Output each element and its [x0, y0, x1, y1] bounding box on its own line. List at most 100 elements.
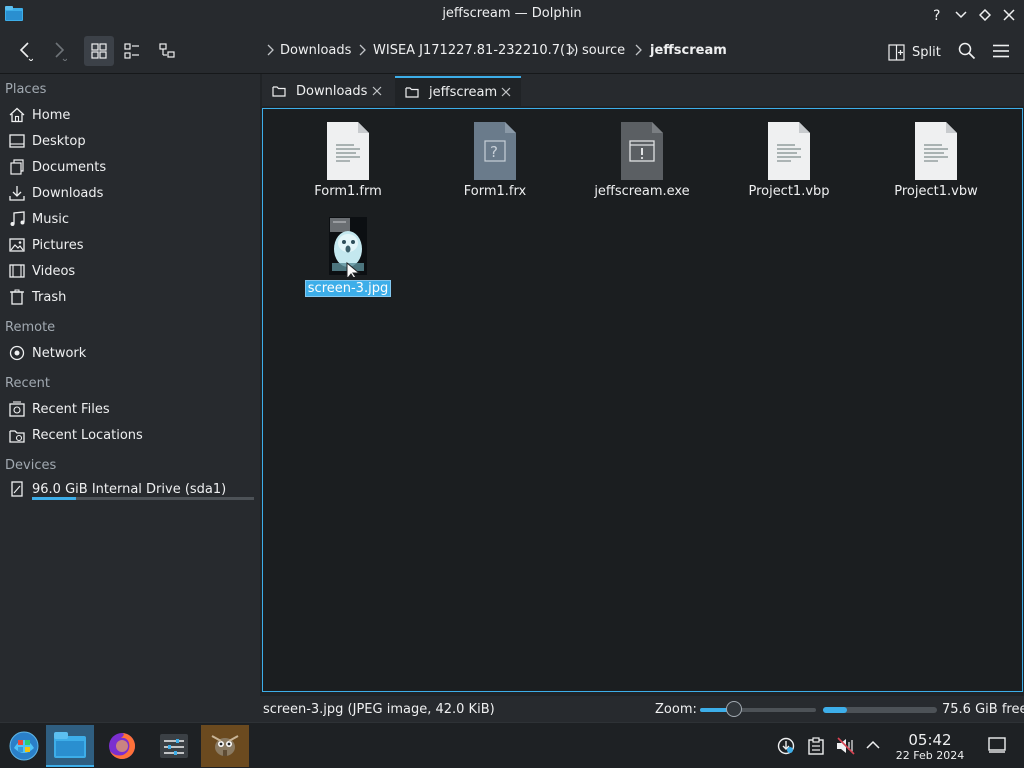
zoom-slider-handle[interactable] [725, 701, 742, 717]
file-item[interactable]: Project1.vbp [719, 121, 859, 199]
devices-section-header: Devices [5, 458, 57, 473]
start-menu-icon [8, 730, 40, 762]
sidebar-item-trash[interactable]: Trash [8, 285, 256, 309]
free-space-fill [823, 707, 847, 713]
executable-file-icon [620, 121, 664, 181]
status-bar: screen-3.jpg (JPEG image, 42.0 KiB) Zoom… [0, 696, 1024, 722]
file-item[interactable]: ? Form1.frx [425, 121, 565, 199]
audio-muted-icon[interactable] [836, 737, 856, 755]
help-button[interactable]: ? [928, 6, 946, 24]
title-bar: jeffscream — Dolphin ? [0, 0, 1024, 30]
sidebar-item-music[interactable]: Music [8, 207, 256, 231]
taskbar: 05:42 22 Feb 2024 [0, 722, 1024, 768]
breadcrumb-separator-icon [266, 44, 274, 56]
back-button[interactable] [10, 36, 40, 66]
taskbar-dolphin[interactable] [46, 725, 94, 767]
split-label: Split [912, 44, 941, 60]
places-section-header: Places [5, 82, 47, 97]
taskbar-gimp[interactable] [201, 725, 249, 767]
close-tab-downloads-icon[interactable] [372, 86, 382, 96]
application-launcher-button[interactable] [0, 725, 48, 767]
file-name: Project1.vbw [894, 184, 978, 199]
sidebar-item-recent-locations[interactable]: Recent Locations [8, 423, 256, 447]
file-view[interactable]: Form1.frm ? Form1.frx jeffscream.exe Pro… [262, 108, 1023, 692]
maximize-button[interactable] [976, 6, 994, 24]
breadcrumb-separator-icon [567, 44, 575, 56]
details-view-button[interactable] [152, 36, 182, 66]
remote-section-header: Remote [5, 320, 56, 335]
places-panel: Places Home Desktop Documents Downloads … [0, 74, 260, 696]
taskbar-system-settings[interactable] [150, 725, 198, 767]
sidebar-item-network[interactable]: Network [8, 341, 256, 365]
file-name: Form1.frm [314, 184, 382, 199]
close-button[interactable] [1000, 6, 1018, 24]
clock-time[interactable]: 05:42 [894, 731, 966, 749]
recent-section-header: Recent [5, 376, 50, 391]
file-name: screen-3.jpg [304, 280, 392, 297]
toolbar: Downloads WISEA J171227.81-232210.7(1) s… [0, 30, 1024, 74]
file-item[interactable]: jeffscream.exe [572, 121, 712, 199]
music-icon [8, 210, 26, 228]
file-name: jeffscream.exe [594, 184, 690, 199]
close-tab-jeffscream-icon[interactable] [501, 87, 511, 97]
videos-icon [8, 262, 26, 280]
file-name: Form1.frx [463, 184, 527, 199]
hamburger-menu-button[interactable] [986, 36, 1016, 66]
file-item-selected[interactable]: screen-3.jpg [278, 215, 418, 297]
sidebar-item-recent-files[interactable]: Recent Files [8, 397, 256, 421]
sidebar-item-pictures[interactable]: Pictures [8, 233, 256, 257]
free-space-bar [823, 707, 937, 713]
folder-icon [405, 86, 419, 98]
minimize-button[interactable] [952, 6, 970, 24]
sidebar-item-desktop[interactable]: Desktop [8, 129, 256, 153]
recent-locations-icon [8, 426, 26, 444]
drive-usage-bar [32, 497, 254, 500]
tray-expand-arrow-icon[interactable] [866, 740, 880, 750]
taskbar-firefox[interactable] [98, 725, 146, 767]
clipboard-icon[interactable] [808, 737, 824, 755]
home-icon [8, 106, 26, 124]
breadcrumb-jeffscream[interactable]: jeffscream [650, 43, 727, 58]
sidebar-item-videos[interactable]: Videos [8, 259, 256, 283]
breadcrumb-source[interactable]: source [582, 43, 625, 58]
sidebar-item-documents[interactable]: Documents [8, 155, 256, 179]
split-icon [888, 43, 905, 61]
file-item[interactable]: Form1.frm [278, 121, 418, 199]
downloads-icon [8, 184, 26, 202]
unknown-file-icon: ? [473, 121, 517, 181]
breadcrumb-wisea[interactable]: WISEA J171227.81-232210.7(1) [373, 43, 578, 58]
system-update-icon[interactable] [777, 737, 795, 755]
compact-view-button[interactable] [117, 36, 147, 66]
breadcrumb-separator-icon [358, 44, 366, 56]
sidebar-item-home[interactable]: Home [8, 103, 256, 127]
gimp-icon [209, 733, 241, 759]
selection-info: screen-3.jpg (JPEG image, 42.0 KiB) [263, 702, 495, 717]
settings-sliders-icon [160, 734, 188, 758]
search-button[interactable] [952, 36, 982, 66]
documents-icon [8, 158, 26, 176]
network-icon [8, 344, 26, 362]
breadcrumb-downloads[interactable]: Downloads [280, 43, 351, 58]
drive-icon [8, 480, 26, 498]
show-desktop-icon[interactable] [988, 737, 1006, 753]
forward-button[interactable] [44, 36, 74, 66]
file-name: Project1.vbp [748, 184, 830, 199]
window-title: jeffscream — Dolphin [442, 6, 582, 21]
image-thumbnail [328, 215, 368, 277]
pictures-icon [8, 236, 26, 254]
split-button[interactable]: Split [888, 38, 941, 66]
folder-icon [272, 85, 286, 97]
text-file-icon [914, 121, 958, 181]
zoom-label: Zoom: [655, 702, 697, 717]
svg-text:?: ? [933, 8, 940, 22]
recent-files-icon [8, 400, 26, 418]
file-item[interactable]: Project1.vbw [866, 121, 1006, 199]
tab-jeffscream[interactable]: jeffscream [395, 76, 521, 106]
text-file-icon [767, 121, 811, 181]
zoom-slider[interactable] [700, 701, 816, 717]
icons-view-button[interactable] [84, 36, 114, 66]
search-icon [958, 42, 976, 60]
sidebar-item-downloads[interactable]: Downloads [8, 181, 256, 205]
clock-date[interactable]: 22 Feb 2024 [886, 749, 974, 762]
tab-downloads[interactable]: Downloads [262, 76, 392, 106]
